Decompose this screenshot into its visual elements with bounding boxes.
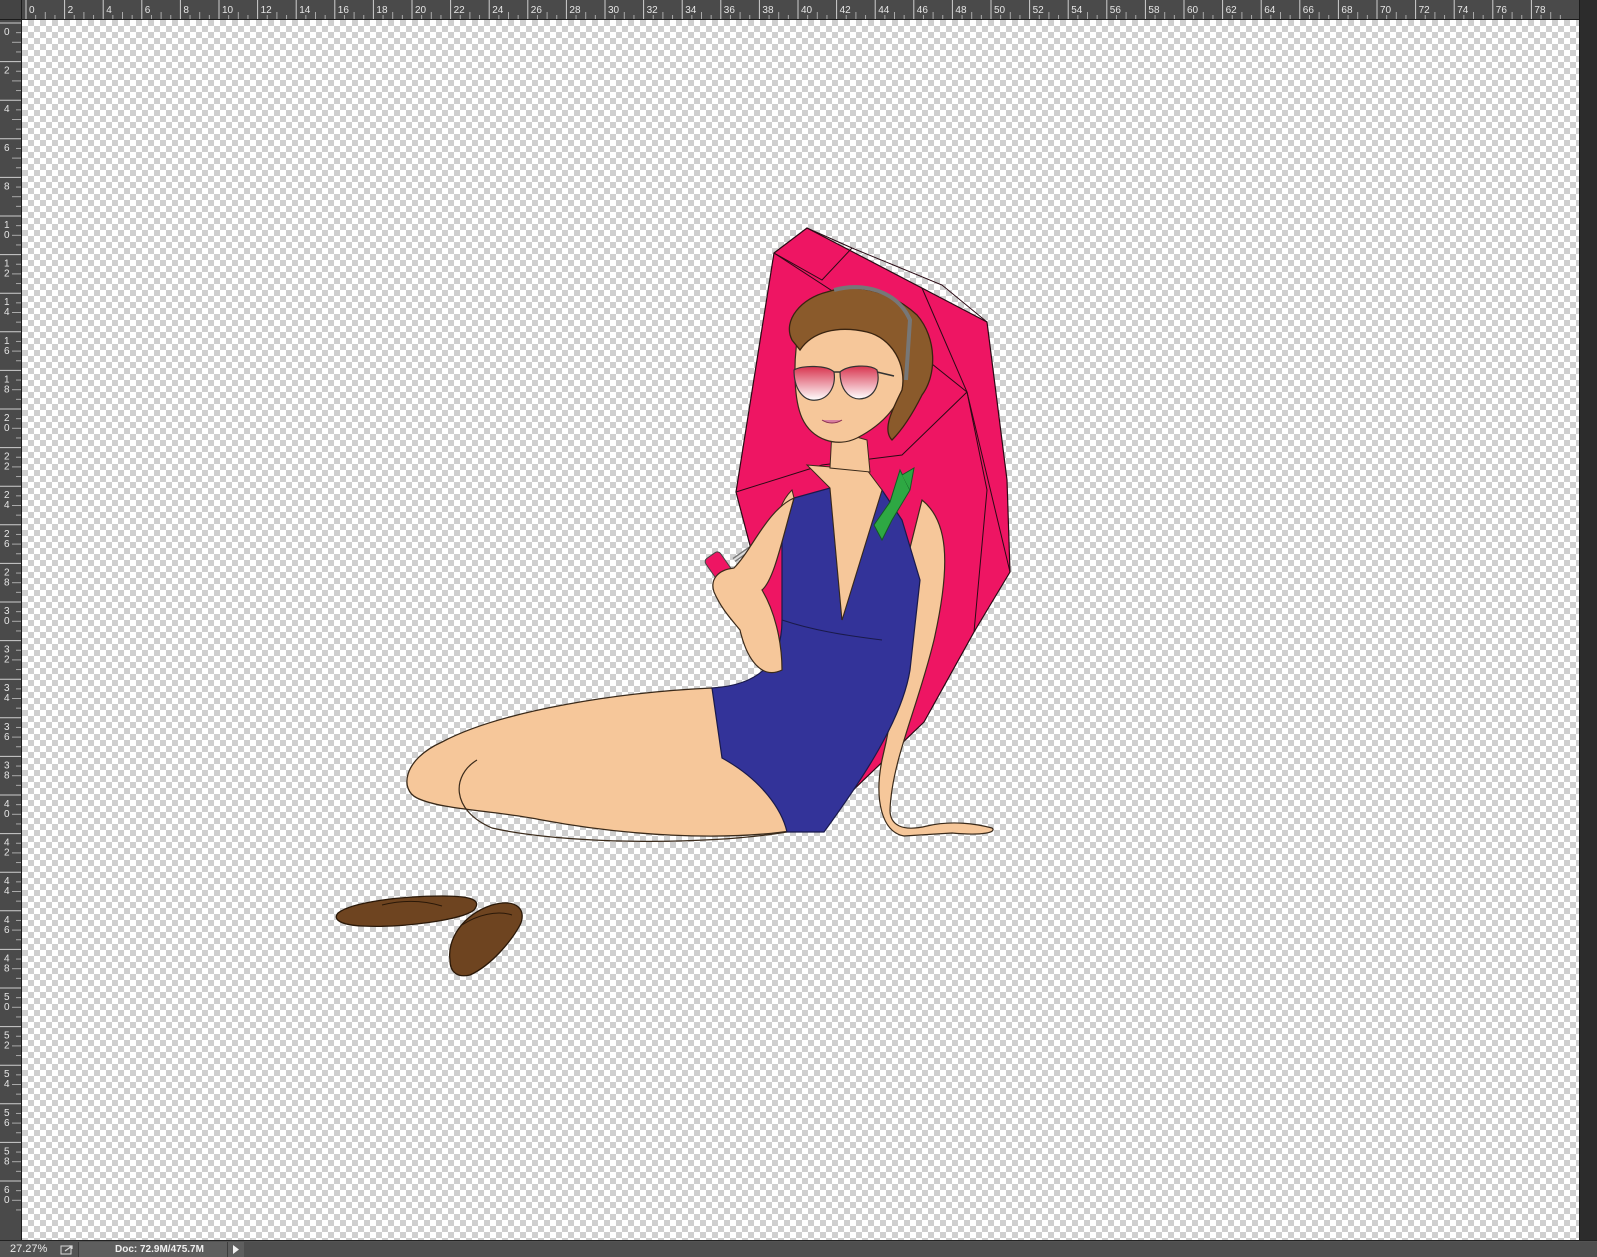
ruler-label: 6 (4, 732, 10, 743)
horizontal-ruler[interactable]: 0 2 4 6 8 10 12 14 16 18 20 22 24 26 28 30 32 34 36 38 40 42 4… (22, 0, 1579, 20)
ruler-label: 40 (801, 5, 813, 16)
share-arrow-icon[interactable] (56, 1242, 78, 1257)
ruler-label: 44 (878, 5, 890, 16)
ruler-label: 28 (569, 5, 581, 16)
ruler-label: 50 (994, 5, 1006, 16)
ruler-label: 26 (531, 5, 543, 16)
ruler-label: 8 (4, 384, 10, 395)
sandals (335, 895, 523, 977)
ruler-label: 4 (4, 500, 10, 511)
vertical-ruler-ticks: 0246810121416182022242628303234363840424… (0, 22, 21, 1211)
ruler-label: 24 (492, 5, 504, 16)
vertical-ruler[interactable]: 0246810121416182022242628303234363840424… (0, 20, 22, 1240)
ruler-label: 6 (4, 346, 10, 357)
ruler-label: 20 (415, 5, 427, 16)
ruler-label: 74 (1457, 5, 1469, 16)
ruler-label: 6 (4, 143, 10, 154)
ruler-label: 8 (183, 5, 189, 16)
ruler-label: 22 (454, 5, 466, 16)
ruler-label: 2 (4, 1041, 10, 1052)
ruler-label: 8 (4, 963, 10, 974)
ruler-label: 34 (685, 5, 697, 16)
ruler-label: 8 (4, 181, 10, 192)
ruler-label: 0 (4, 1002, 10, 1013)
ruler-label: 14 (299, 5, 311, 16)
ruler-label: 8 (4, 1156, 10, 1167)
ruler-label: 6 (145, 5, 151, 16)
ruler-label: 4 (4, 1079, 10, 1090)
ruler-label: 10 (222, 5, 234, 16)
ruler-label: 76 (1496, 5, 1508, 16)
illustration-layer (335, 227, 1011, 977)
ruler-label: 0 (29, 5, 35, 16)
ruler-label: 56 (1110, 5, 1122, 16)
ruler-label: 16 (338, 5, 350, 16)
ruler-label: 68 (1341, 5, 1353, 16)
ruler-label: 0 (4, 809, 10, 820)
vertical-scrollbar[interactable] (1579, 0, 1597, 1240)
ruler-origin-corner[interactable] (0, 0, 22, 20)
canvas-area[interactable] (22, 20, 1579, 1240)
ruler-label: 8 (4, 770, 10, 781)
ruler-label: 48 (955, 5, 967, 16)
status-bar-filler (244, 1241, 1597, 1257)
ruler-label: 6 (4, 925, 10, 936)
ruler-label: 6 (4, 1118, 10, 1129)
ruler-label: 0 (4, 27, 10, 38)
ruler-label: 2 (68, 5, 74, 16)
ruler-label: 18 (376, 5, 388, 16)
ruler-label: 2 (4, 462, 10, 473)
ruler-label: 78 (1534, 5, 1546, 16)
ruler-label: 4 (4, 693, 10, 704)
ruler-label: 8 (4, 577, 10, 588)
ruler-label: 54 (1071, 5, 1083, 16)
ruler-label: 2 (4, 269, 10, 280)
ruler-label: 60 (1187, 5, 1199, 16)
ruler-label: 36 (724, 5, 736, 16)
ruler-label: 2 (4, 66, 10, 77)
ruler-label: 2 (4, 848, 10, 859)
ruler-label: 4 (106, 5, 112, 16)
ruler-label: 4 (4, 307, 10, 318)
ruler-label: 0 (4, 423, 10, 434)
ruler-label: 66 (1303, 5, 1315, 16)
ruler-label: 30 (608, 5, 620, 16)
document-canvas[interactable] (22, 20, 1579, 1240)
document-size-info[interactable]: Doc: 72.9M/475.7M (78, 1241, 228, 1257)
ruler-label: 52 (1033, 5, 1045, 16)
ruler-label: 2 (4, 655, 10, 666)
triangle-right-icon[interactable] (228, 1241, 244, 1257)
ruler-label: 46 (917, 5, 929, 16)
horizontal-ruler-ticks: 0 2 4 6 8 10 12 14 16 18 20 22 24 26 28 30 32 34 36 38 40 42 4… (25, 0, 1561, 19)
ruler-label: 0 (4, 1195, 10, 1206)
ruler-label: 0 (4, 230, 10, 241)
ruler-label: 38 (762, 5, 774, 16)
ruler-label: 70 (1380, 5, 1392, 16)
ruler-label: 12 (261, 5, 273, 16)
ruler-label: 0 (4, 616, 10, 627)
ruler-label: 72 (1419, 5, 1431, 16)
ruler-label: 4 (4, 886, 10, 897)
ruler-label: 64 (1264, 5, 1276, 16)
ruler-label: 42 (840, 5, 852, 16)
ruler-label: 32 (647, 5, 659, 16)
status-bar: 27.27% Doc: 72.9M/475.7M (0, 1240, 1597, 1257)
ruler-label: 4 (4, 104, 10, 115)
ruler-label: 62 (1226, 5, 1238, 16)
ruler-label: 6 (4, 539, 10, 550)
ruler-label: 58 (1148, 5, 1160, 16)
zoom-level-field[interactable]: 27.27% (0, 1242, 56, 1257)
